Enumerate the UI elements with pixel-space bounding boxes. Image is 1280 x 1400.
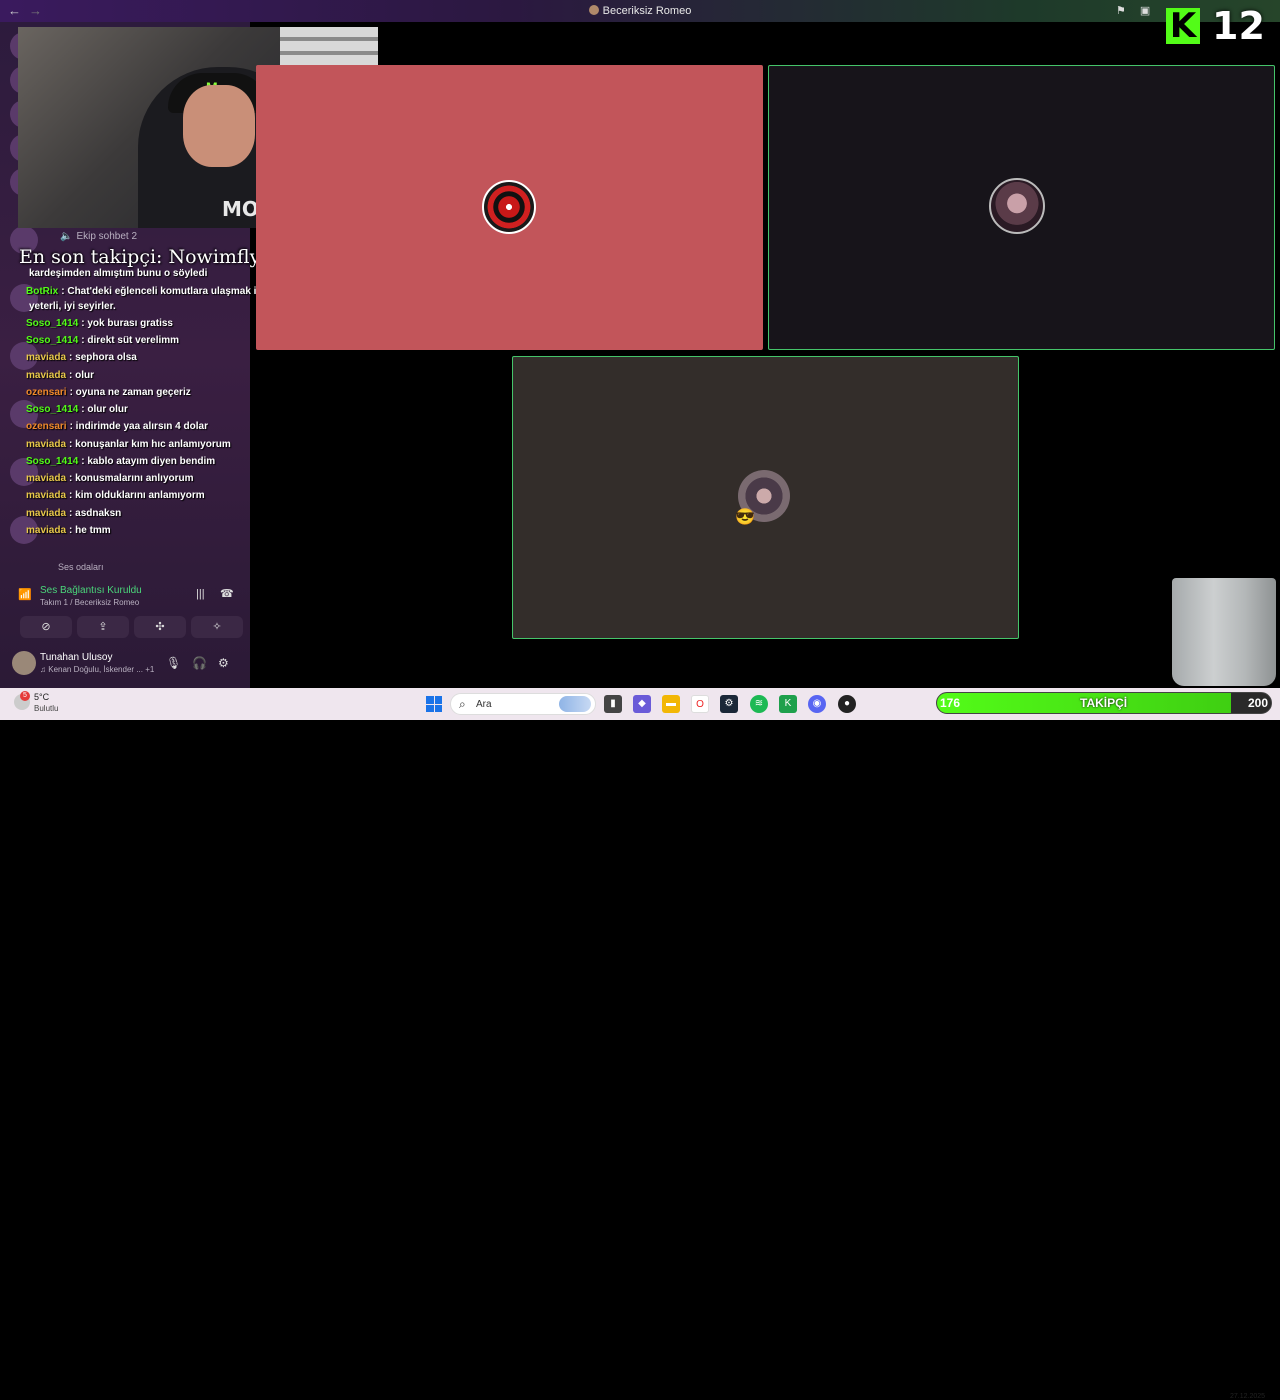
participant-avatar bbox=[482, 180, 536, 234]
camera-off-button[interactable]: ⊘ bbox=[20, 616, 72, 638]
voice-rooms-header[interactable]: Ses odaları bbox=[58, 562, 104, 572]
soundboard-button[interactable]: ✧ bbox=[191, 616, 243, 638]
discord-icon[interactable]: ◉ bbox=[808, 695, 826, 713]
voice-channel-path[interactable]: Takım 1 / Beceriksiz Romeo bbox=[40, 598, 139, 607]
voice-channel-item[interactable]: 🔈 Ekip sohbet 2 bbox=[60, 231, 137, 242]
obs-icon[interactable]: ● bbox=[838, 695, 856, 713]
noise-suppression-icon[interactable]: ||| bbox=[196, 588, 205, 600]
follower-current: 176 bbox=[940, 696, 961, 710]
chat-message: maviada: sephora olsa bbox=[26, 352, 137, 363]
user-panel: Tunahan Ulusoy ♫ Kenan Doğulu, İskender … bbox=[10, 648, 242, 682]
viewer-count: 12 bbox=[1212, 4, 1265, 48]
kick-logo-icon: K bbox=[1166, 8, 1200, 44]
chat-message: maviada: asdnaksn bbox=[26, 508, 122, 519]
chat-message: ozensari: oyuna ne zaman geçeriz bbox=[26, 387, 191, 398]
spotify-icon[interactable]: ≋ bbox=[750, 695, 768, 713]
copilot-icon[interactable]: ◆ bbox=[633, 695, 651, 713]
chat-message: maviada: kim olduklarını anlamıyorm bbox=[26, 490, 205, 501]
chat-message: Soso_1414: kablo atayım diyen bendim bbox=[26, 456, 216, 467]
voice-status: Ses Bağlantısı Kuruldu bbox=[40, 585, 142, 596]
chat-message: Soso_1414: olur olur bbox=[26, 404, 128, 415]
opera-icon[interactable]: O bbox=[691, 695, 709, 713]
voice-channel-name: Ekip sohbet 2 bbox=[76, 231, 138, 242]
microphone-icon[interactable]: 🎙 bbox=[166, 656, 181, 670]
signal-icon[interactable]: 📶 bbox=[18, 588, 32, 601]
chat-message: kardeşimden almıştım bunu o söyledi bbox=[29, 268, 208, 279]
window-title-bar: ← → Beceriksiz Romeo ⚑ ▣ bbox=[0, 0, 1280, 22]
latest-follower-banner: En son takipçi: Nowimflying bbox=[19, 246, 291, 268]
weather-description[interactable]: Bulutlu bbox=[34, 704, 58, 713]
voice-connection-panel: 📶 Ses Bağlantısı Kuruldu Takım 1 / Becer… bbox=[10, 580, 243, 642]
window-title: Beceriksiz Romeo bbox=[0, 5, 1280, 17]
gear-icon[interactable]: ⚙ bbox=[218, 656, 229, 670]
glass-overlay bbox=[1172, 578, 1276, 686]
headphones-icon[interactable]: 🎧 bbox=[192, 656, 207, 670]
chat-message: yeterli, iyi seyirler. bbox=[29, 301, 116, 312]
user-name: Tunahan Ulusoy bbox=[40, 652, 113, 663]
chat-message: maviada: olur bbox=[26, 370, 95, 381]
avatar[interactable] bbox=[12, 651, 36, 675]
weather-alert-badge: 5 bbox=[20, 691, 30, 701]
screen-share-button[interactable]: ⇪ bbox=[77, 616, 129, 638]
chat-message: ozensari: indirimde yaa alırsın 4 dolar bbox=[26, 421, 208, 432]
chat-message: Soso_1414: yok burası gratiss bbox=[26, 318, 173, 329]
participant-tile[interactable] bbox=[768, 65, 1275, 350]
task-view-icon[interactable]: ▮ bbox=[604, 695, 622, 713]
title-tools: ⚑ ▣ bbox=[1116, 4, 1150, 17]
participant-tile[interactable]: 😎 bbox=[512, 356, 1019, 639]
windows-start-icon[interactable] bbox=[426, 696, 442, 712]
chat-message: maviada: konusmalarını anlıyorum bbox=[26, 473, 194, 484]
chat-message: maviada: he tmm bbox=[26, 525, 111, 536]
search-box[interactable]: ⌕ Ara bbox=[450, 693, 596, 715]
disconnect-icon[interactable]: ☎ bbox=[220, 587, 234, 600]
streamer-face bbox=[183, 85, 255, 167]
user-activity: ♫ Kenan Doğulu, İskender ... +1 bbox=[40, 665, 155, 674]
steam-icon[interactable]: ⚙ bbox=[720, 695, 738, 713]
window-title-text: Beceriksiz Romeo bbox=[602, 5, 692, 17]
flag-icon[interactable]: ⚑ bbox=[1116, 4, 1126, 17]
follower-goal-label: TAKİPÇİ bbox=[1080, 696, 1128, 710]
follower-target: 200 bbox=[1248, 696, 1269, 710]
search-highlight-icon bbox=[559, 696, 591, 712]
sunglasses-emoji-icon: 😎 bbox=[735, 509, 755, 526]
monitor-icon[interactable]: ▣ bbox=[1140, 4, 1150, 17]
server-avatar-icon bbox=[588, 5, 599, 15]
weather-temperature[interactable]: 5°C bbox=[34, 692, 49, 702]
voice-action-buttons: ⊘ ⇪ ✣ ✧ bbox=[20, 616, 243, 638]
chat-message: maviada: konuşanlar kım hıc anlamıyorum bbox=[26, 439, 231, 450]
search-placeholder: Ara bbox=[476, 699, 492, 710]
participant-tile[interactable] bbox=[256, 65, 763, 350]
speaker-icon: 🔈 bbox=[60, 231, 73, 242]
chat-user: BotRix bbox=[26, 286, 59, 297]
participant-avatar bbox=[989, 178, 1045, 234]
date: 27.12.2025 bbox=[1230, 1393, 1266, 1400]
chat-message: Soso_1414: direkt süt verelimm bbox=[26, 335, 180, 346]
search-icon: ⌕ bbox=[459, 697, 466, 711]
kick-app-icon[interactable]: K bbox=[779, 695, 797, 713]
activities-button[interactable]: ✣ bbox=[134, 616, 186, 638]
file-explorer-icon[interactable]: ▬ bbox=[662, 695, 680, 713]
